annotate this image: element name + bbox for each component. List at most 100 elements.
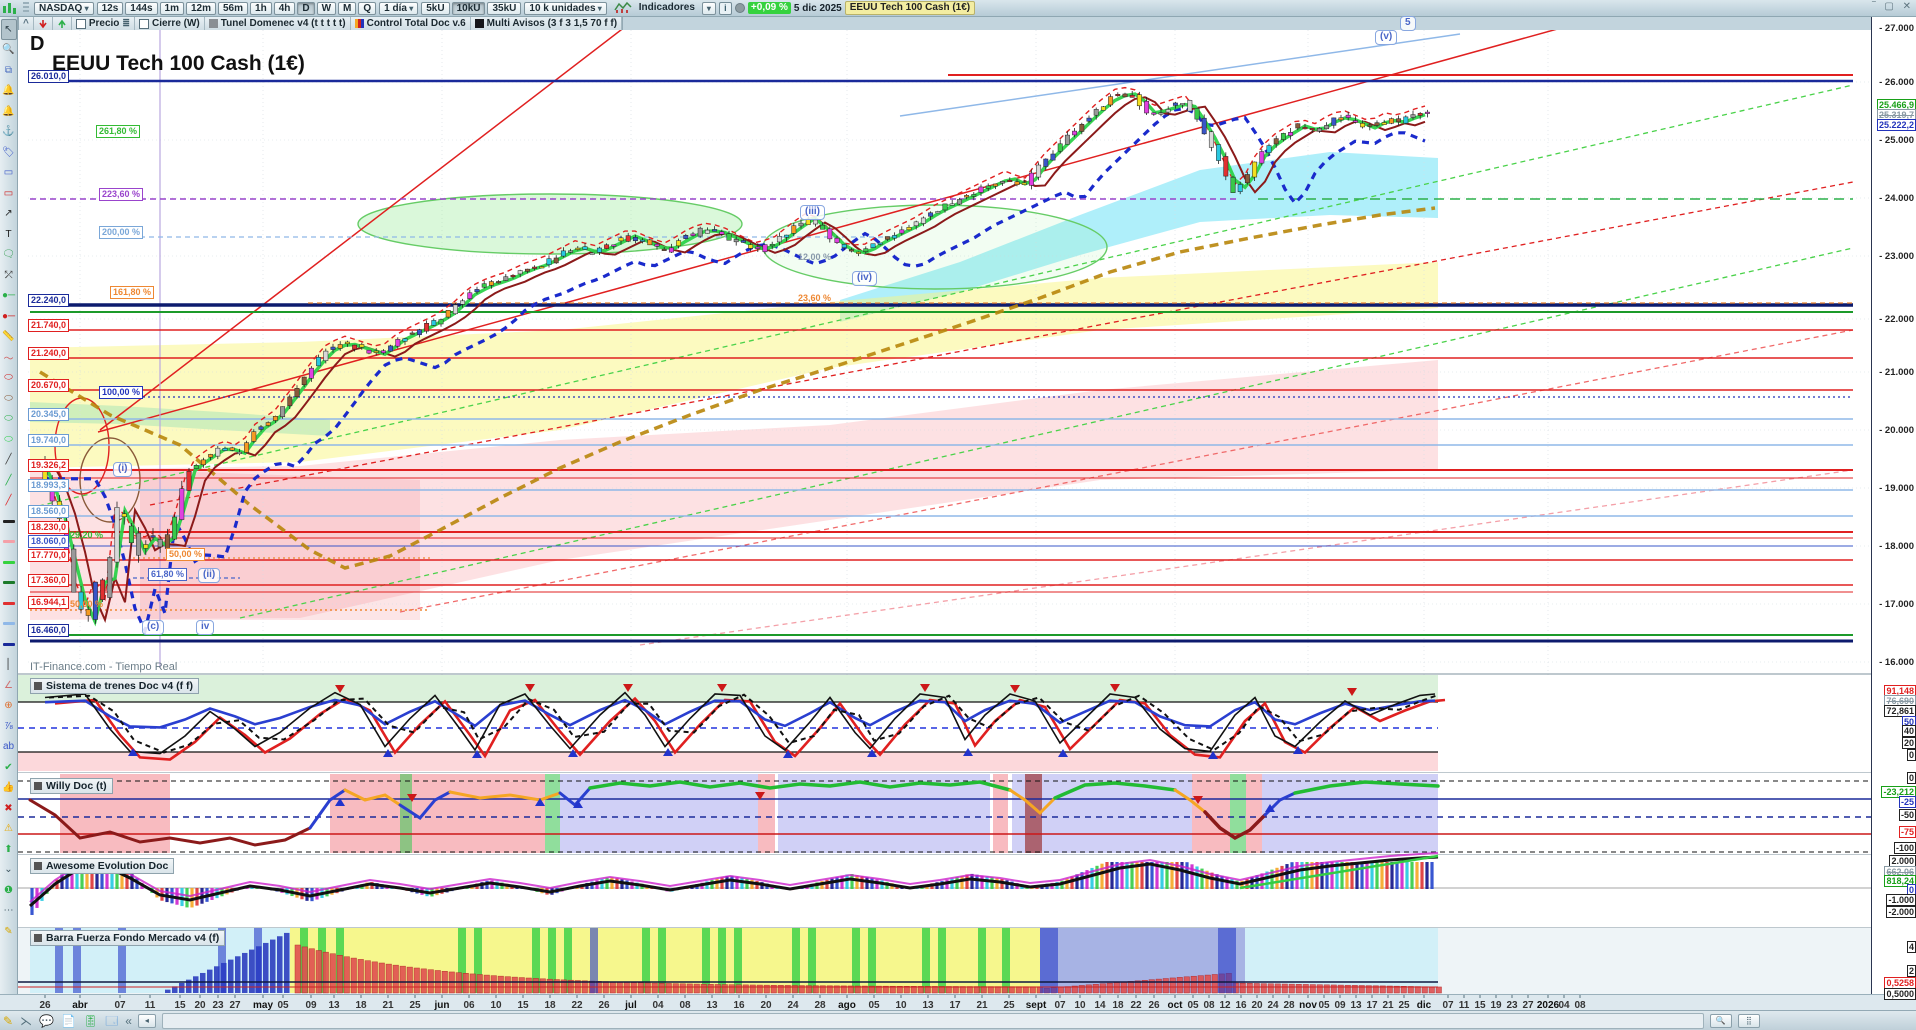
legend-item[interactable]: Cierre (W) [135, 17, 205, 30]
timeframe-12m[interactable]: 12m [185, 1, 216, 15]
anchor-point-tool[interactable]: ⚓ [1, 122, 17, 143]
hline-black-tool[interactable] [1, 511, 17, 532]
hline-lightblue-tool[interactable] [1, 614, 17, 635]
line-diag-green-tool[interactable]: ╱ [1, 470, 17, 491]
ellipse-red-tool[interactable]: ⬭ [1, 368, 17, 389]
trend-arrow-tool[interactable]: ↗ [1, 204, 17, 225]
legend-collapse-button[interactable]: ^ [19, 17, 34, 30]
collapse-left-icon[interactable]: « [125, 1014, 132, 1028]
indicators-button[interactable]: Indicadores [635, 2, 699, 15]
alarm-cursor-tool[interactable]: 🔔 [1, 81, 17, 102]
panel-header[interactable]: Sistema de trenes Doc v4 (f f) [30, 678, 200, 694]
hline-green-seg-tool[interactable]: ●─ [1, 286, 17, 307]
zoom-in-button[interactable]: 🔍 [1709, 1013, 1732, 1028]
horizontal-scrollbar[interactable] [161, 1012, 1704, 1029]
ellipse-brown-tool[interactable]: ⬭ [1, 388, 17, 409]
check-tool[interactable]: ✔ [1, 757, 17, 778]
draw-notes-tool[interactable]: ✎ [1, 921, 17, 942]
fibonacci-tool[interactable]: ⅞ [1, 716, 17, 737]
cursor-tool[interactable]: ↖ [0, 19, 17, 40]
timeframe-W[interactable]: W [316, 1, 337, 15]
zoom-box-tool[interactable]: ⧉ [1, 60, 17, 81]
line-diag-red-tool[interactable]: ╱ [1, 491, 17, 512]
alarm-tool[interactable]: 🔔 [1, 101, 17, 122]
scroll-left-button[interactable]: ◂ [137, 1013, 156, 1028]
timeframe-56m[interactable]: 56m [218, 1, 249, 15]
abc-tool[interactable]: ab [1, 737, 17, 758]
segment-tool[interactable]: ⤱ [1, 265, 17, 286]
line-diag-tool[interactable]: ╱ [1, 450, 17, 471]
vline-tool[interactable]: │ [1, 655, 17, 676]
price-label: 223,60 % [99, 188, 144, 201]
hline-navy-tool[interactable] [1, 634, 17, 655]
timeframe-Q[interactable]: Q [358, 1, 377, 15]
delete-tool[interactable]: ✖ [1, 798, 17, 819]
chart-window-icon[interactable]: 🗔 [105, 1014, 118, 1028]
document-icon[interactable]: 📄 [61, 1014, 76, 1028]
unit-5kU[interactable]: 5kU [421, 1, 450, 15]
toolbar-grip[interactable] [23, 2, 29, 14]
hline-darkgreen-tool[interactable] [1, 573, 17, 594]
legend-item[interactable]: Precio ≣ [72, 17, 135, 30]
thumbsup-tool[interactable]: 👍 [1, 778, 17, 799]
hline-green-tool[interactable] [1, 552, 17, 573]
symbol-dropdown[interactable]: NASDAQ [34, 1, 94, 15]
legend-item[interactable]: Control Total Doc v.6 [351, 17, 471, 30]
share-icon[interactable]: ⋋ [20, 1014, 32, 1028]
collapse-tools[interactable]: ⌄ [1, 860, 17, 881]
price-axis[interactable]: - 27.000 - 26.000 - 25.000 - 24.000 - 23.000… [1871, 17, 1916, 1010]
grid-handle[interactable]: ⣿ [1737, 1013, 1760, 1028]
target-circle-tool[interactable]: ⊕ [1, 696, 17, 717]
ruler-tool[interactable]: 📏 [1, 327, 17, 348]
indicator-legend-toolbar: ^ Precio ≣ Cierre (W) Tunel Domenec v4 (t … [18, 17, 624, 31]
text-tool[interactable]: T [1, 224, 17, 245]
ellipse-green-tool[interactable]: ⬭ [1, 409, 17, 430]
legend-item[interactable]: Tunel Domenec v4 (t t t t t) [205, 17, 351, 30]
hline-red-tool[interactable] [1, 593, 17, 614]
label-tool[interactable]: 🏷 [1, 142, 17, 163]
unit-10kU[interactable]: 10kU [451, 1, 486, 15]
zoom-tool[interactable]: 🔍 [1, 40, 17, 61]
price-label: 12,00 % [798, 252, 832, 262]
notification-tool[interactable]: ❶ [1, 880, 17, 901]
timeframe-4h[interactable]: 4h [273, 1, 296, 15]
indicators-more-dropdown[interactable] [701, 1, 716, 15]
alert-up-icon[interactable] [53, 17, 72, 30]
instrument-name[interactable]: EEUU Tech 100 Cash (1€) [844, 1, 976, 15]
angle-tool[interactable]: ∠ [1, 675, 17, 696]
alert-down-icon[interactable] [34, 17, 53, 30]
hline-pink-tool[interactable] [1, 532, 17, 553]
timeframe-watermark: D [30, 33, 45, 55]
timeframe-M[interactable]: M [338, 1, 357, 15]
panel-header[interactable]: Willy Doc (t) [30, 778, 113, 794]
chart-plot-area[interactable] [18, 0, 1871, 996]
current-date: 5 dic 2025 [793, 2, 842, 14]
timeframe-D[interactable]: D [297, 1, 315, 15]
trading-app: { "toolbar": { "symbol": "NASDAQ", "time… [0, 0, 1916, 1030]
chat-icon[interactable]: 💬 [39, 1014, 54, 1028]
panel-header[interactable]: Barra Fuerza Fondo Mercado v4 (f) [30, 930, 226, 946]
ellipse-annotation[interactable] [357, 193, 743, 255]
unit-35kU[interactable]: 35kU [487, 1, 522, 15]
timeframe-144s[interactable]: 144s [125, 1, 158, 15]
rect-red-tool[interactable]: ▭ [1, 183, 17, 204]
timeframe-12s[interactable]: 12s [96, 1, 124, 15]
warning-tool[interactable]: ⚠ [1, 819, 17, 840]
panel-header[interactable]: Awesome Evolution Doc [30, 858, 175, 874]
legend-item[interactable]: Multi Avisos (3 f 3 1,5 70 f f) [471, 17, 623, 30]
period-dropdown[interactable]: 1 día [379, 1, 419, 15]
more-tools[interactable]: ⋯ [1, 901, 17, 922]
sliders-icon[interactable]: 🎚 [83, 1014, 98, 1028]
hline-red-seg-tool[interactable]: ●─ [1, 306, 17, 327]
info-icon[interactable]: i [718, 1, 732, 15]
draw-pencil-icon[interactable]: ✎ [3, 1014, 13, 1028]
ellipse-green2-tool[interactable]: ⬭ [1, 429, 17, 450]
units-dropdown[interactable]: 10 k unidades [524, 1, 607, 15]
timeframe-1h[interactable]: 1h [250, 1, 272, 15]
pattern-tool[interactable]: 〜 [1, 347, 17, 368]
rect-blue-tool[interactable]: ▭ [1, 163, 17, 184]
callout-tool[interactable]: 🗨 [1, 245, 17, 266]
uparrow-tool[interactable]: ⬆ [1, 839, 17, 860]
window-controls[interactable]: ‾ ▢ ✕ [1872, 1, 1914, 12]
timeframe-1m[interactable]: 1m [159, 1, 184, 15]
